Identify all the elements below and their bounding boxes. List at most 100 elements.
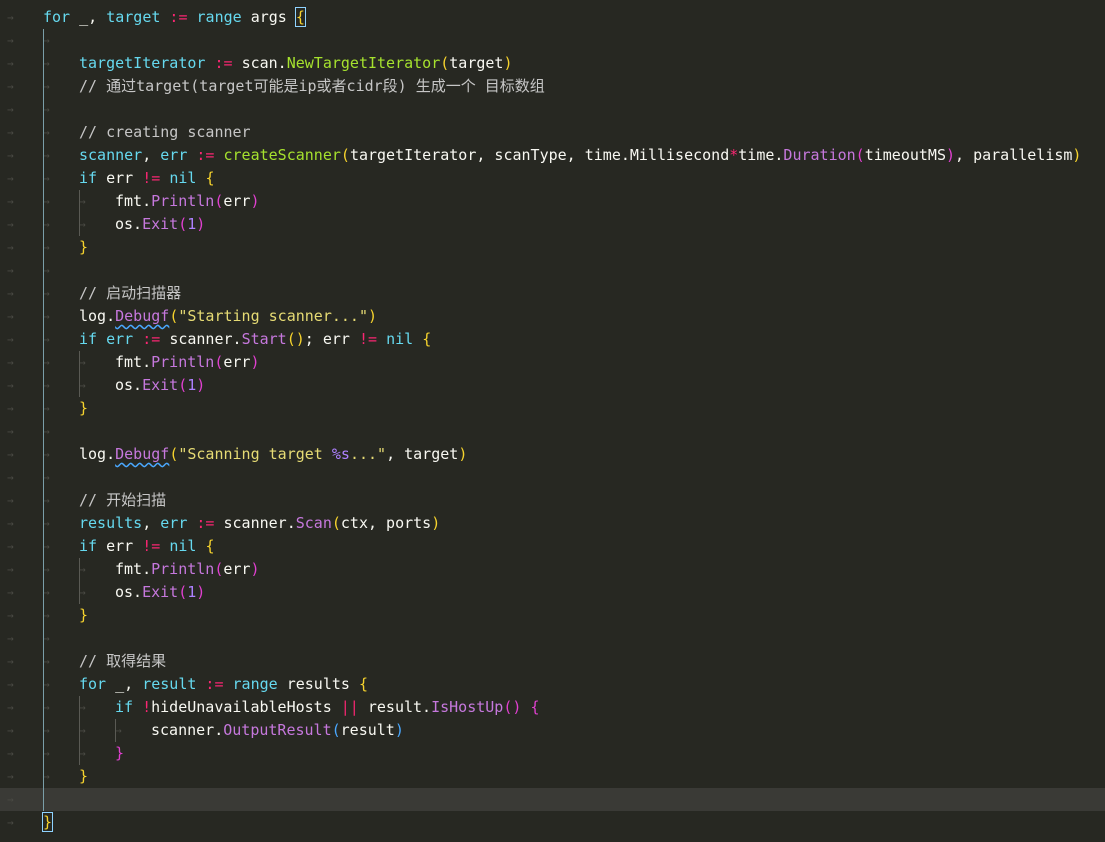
- code-line[interactable]: → → if err := scanner.Start(); err != nil …: [0, 328, 1105, 351]
- code-text: if !hideUnavailableHosts || result.IsHos…: [115, 696, 539, 719]
- code-line[interactable]: → → → os.Exit(1): [0, 581, 1105, 604]
- code-line[interactable]: →: [0, 788, 1105, 811]
- code-line[interactable]: → →// creating scanner: [0, 121, 1105, 144]
- code-token: _,: [70, 8, 107, 26]
- code-token: {: [205, 537, 215, 555]
- tab-indicator-icon: →: [7, 747, 14, 760]
- tab-indicator-icon: →: [7, 195, 14, 208]
- code-line[interactable]: → →: [0, 29, 1105, 52]
- code-token: {: [530, 698, 540, 716]
- code-token: , parallelism: [955, 146, 1073, 164]
- code-line[interactable]: → → targetIterator := scan.NewTargetIterat…: [0, 52, 1105, 75]
- code-token: Println: [151, 353, 215, 371]
- code-token: }: [79, 606, 89, 624]
- code-token: "Starting scanner...": [178, 307, 368, 325]
- code-line[interactable]: → →: [0, 466, 1105, 489]
- code-token: Println: [151, 560, 215, 578]
- code-line[interactable]: → → scanner, err := createScanner(targetIt…: [0, 144, 1105, 167]
- code-token: fmt.: [115, 353, 152, 371]
- code-text: fmt.Println(err): [115, 351, 260, 374]
- code-line[interactable]: → →// 通过target(target可能是ip或者cidr段) 生成一个 目…: [0, 75, 1105, 98]
- code-line[interactable]: → → → if !hideUnavailableHosts || result.Is…: [0, 696, 1105, 719]
- code-token: scanner.: [151, 721, 224, 739]
- code-token: :=: [196, 675, 233, 693]
- code-line[interactable]: → → →}: [0, 742, 1105, 765]
- code-token: (: [331, 721, 341, 739]
- code-token: (: [169, 307, 179, 325]
- code-line[interactable]: → → log.Debugf("Starting scanner..."): [0, 305, 1105, 328]
- code-token: err: [160, 514, 188, 532]
- code-line[interactable]: → → → fmt.Println(err): [0, 190, 1105, 213]
- code-token: timeoutMS: [864, 146, 946, 164]
- code-line[interactable]: → → → fmt.Println(err): [0, 351, 1105, 374]
- code-token: target: [449, 54, 504, 72]
- code-line[interactable]: → → log.Debugf("Scanning target %s...", ta…: [0, 443, 1105, 466]
- code-line[interactable]: → → for _, result := range results {: [0, 673, 1105, 696]
- code-line[interactable]: → → if err != nil {: [0, 167, 1105, 190]
- code-line[interactable]: → →}: [0, 765, 1105, 788]
- tab-indicator-icon: →: [7, 655, 14, 668]
- tab-indicator-icon: →: [7, 609, 14, 622]
- code-token: os.: [115, 376, 143, 394]
- code-text: if err := scanner.Start(); err != nil {: [79, 328, 431, 351]
- code-line[interactable]: → →: [0, 259, 1105, 282]
- code-token: // 启动扫描器: [79, 284, 182, 302]
- code-line[interactable]: → →: [0, 420, 1105, 443]
- code-token: scanner: [79, 146, 143, 164]
- code-text: }: [41, 811, 54, 834]
- code-line[interactable]: → →// 开始扫描: [0, 489, 1105, 512]
- code-token: ; err: [304, 330, 359, 348]
- code-token: result: [340, 721, 395, 739]
- code-token: log.: [79, 307, 116, 325]
- code-line[interactable]: → → → os.Exit(1): [0, 374, 1105, 397]
- code-line[interactable]: → for _, target := range args {: [0, 6, 1105, 29]
- code-line[interactable]: → →: [0, 98, 1105, 121]
- code-token: 1: [187, 583, 197, 601]
- code-editor[interactable]: → for _, target := range args {→ → → → target…: [0, 0, 1105, 842]
- code-line[interactable]: → →}: [0, 604, 1105, 627]
- code-line[interactable]: → →: [0, 627, 1105, 650]
- code-line[interactable]: → →// 启动扫描器: [0, 282, 1105, 305]
- code-line[interactable]: → →// 取得结果: [0, 650, 1105, 673]
- tab-indicator-icon: →: [7, 540, 14, 553]
- code-token: result.: [358, 698, 432, 716]
- code-line[interactable]: → → → fmt.Println(err): [0, 558, 1105, 581]
- tab-indicator-icon: →: [7, 149, 14, 162]
- code-token: ,: [142, 514, 161, 532]
- code-token: for: [43, 8, 71, 26]
- code-line[interactable]: → → if err != nil {: [0, 535, 1105, 558]
- code-token: targetIterator: [79, 54, 206, 72]
- code-token: err: [223, 192, 251, 210]
- code-token: os.: [115, 215, 143, 233]
- code-token: ): [250, 192, 260, 210]
- code-token: (: [855, 146, 865, 164]
- code-token: (: [440, 54, 450, 72]
- code-token: }: [79, 399, 89, 417]
- tab-indicator-icon: →: [7, 218, 14, 231]
- code-text: os.Exit(1): [115, 213, 205, 236]
- code-line[interactable]: → → → → scanner.OutputResult(result): [0, 719, 1105, 742]
- code-token: {: [358, 675, 368, 693]
- tab-indicator-icon: →: [7, 57, 14, 70]
- code-token: (): [286, 330, 305, 348]
- code-line[interactable]: → → results, err := scanner.Scan(ctx, port…: [0, 512, 1105, 535]
- code-token: if: [79, 169, 98, 187]
- code-token: ): [458, 445, 468, 463]
- code-token: err: [223, 353, 251, 371]
- code-token: (): [503, 698, 522, 716]
- code-token: nil: [386, 330, 414, 348]
- code-text: targetIterator := scan.NewTargetIterator…: [79, 52, 513, 75]
- code-text: log.Debugf("Scanning target %s...", targ…: [79, 443, 467, 466]
- code-token: nil: [169, 537, 197, 555]
- code-token: ): [503, 54, 513, 72]
- code-line[interactable]: → →}: [0, 397, 1105, 420]
- code-line[interactable]: → →}: [0, 236, 1105, 259]
- code-line[interactable]: →}: [0, 811, 1105, 834]
- tab-indicator-icon: →: [7, 241, 14, 254]
- code-token: scan.: [241, 54, 287, 72]
- code-line[interactable]: → → → os.Exit(1): [0, 213, 1105, 236]
- tab-indicator-icon: →: [7, 494, 14, 507]
